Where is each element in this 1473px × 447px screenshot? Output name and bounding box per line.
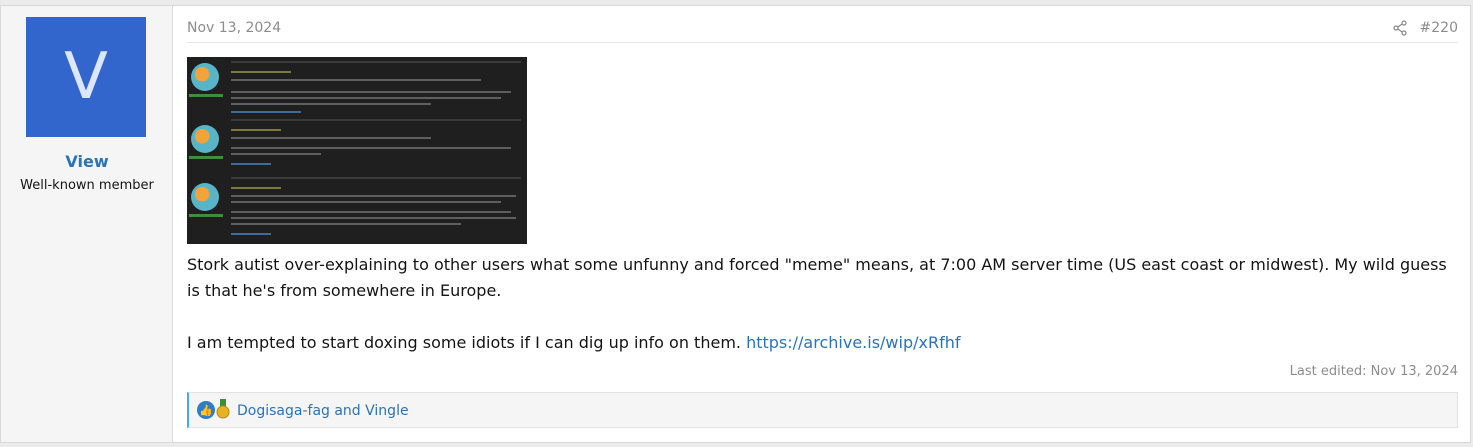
screenshot-message bbox=[187, 119, 527, 177]
reactions-bar: 👍 Dogisaga-fag and Vingle bbox=[187, 392, 1458, 428]
screenshot-username bbox=[189, 156, 223, 159]
screenshot-avatar bbox=[191, 183, 219, 211]
screenshot-username bbox=[189, 214, 223, 217]
archive-link[interactable]: https://archive.is/wip/xRfhf bbox=[746, 333, 960, 352]
screenshot-message bbox=[187, 57, 527, 115]
screenshot-avatar bbox=[191, 63, 219, 91]
avatar-letter: V bbox=[64, 40, 108, 114]
post-date[interactable]: Nov 13, 2024 bbox=[187, 20, 281, 36]
post-number-link[interactable]: #220 bbox=[1420, 20, 1458, 36]
post-paragraph: I am tempted to start doxing some idiots… bbox=[187, 330, 1447, 356]
screenshot-message bbox=[187, 177, 527, 235]
post-paragraph: Stork autist over-explaining to other us… bbox=[187, 255, 1447, 300]
post-body: Stork autist over-explaining to other us… bbox=[187, 252, 1447, 356]
reaction-users-link[interactable]: Dogisaga-fag and Vingle bbox=[237, 403, 409, 419]
attached-screenshot-image[interactable] bbox=[187, 57, 527, 244]
forum-post: V View Well-known member Nov 13, 2024 #2… bbox=[0, 5, 1471, 443]
user-title: Well-known member bbox=[20, 178, 154, 193]
post-main: Nov 13, 2024 #220 Stork autist over-expl… bbox=[187, 6, 1458, 442]
share-icon[interactable] bbox=[1392, 20, 1408, 36]
avatar[interactable]: V bbox=[26, 17, 146, 137]
post-header: Nov 13, 2024 #220 bbox=[187, 6, 1458, 43]
screenshot-avatar bbox=[191, 125, 219, 153]
post-paragraph-text: I am tempted to start doxing some idiots… bbox=[187, 333, 747, 352]
screenshot-username bbox=[189, 94, 223, 97]
username-link[interactable]: View bbox=[1, 152, 173, 171]
medal-icon[interactable] bbox=[215, 399, 231, 419]
last-edited-label[interactable]: Last edited: Nov 13, 2024 bbox=[1290, 364, 1458, 379]
like-icon[interactable]: 👍 bbox=[197, 401, 215, 419]
user-sidebar: V View Well-known member bbox=[1, 6, 173, 442]
